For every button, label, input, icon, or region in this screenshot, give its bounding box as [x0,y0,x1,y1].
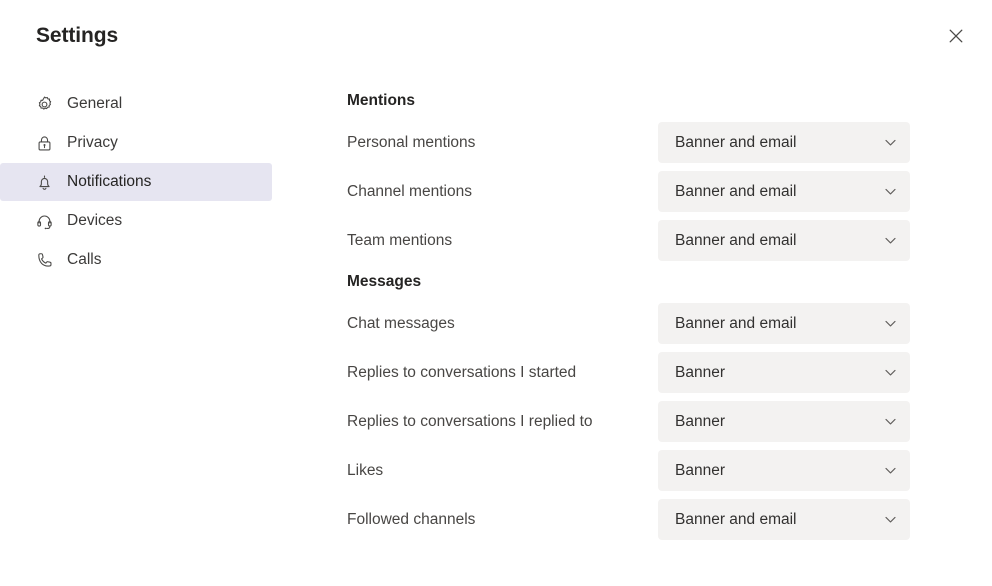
chevron-down-icon [882,414,898,430]
setting-label: Replies to conversations I replied to [347,413,593,430]
sidebar-item-calls[interactable]: Calls [0,241,272,279]
notification-style-dropdown[interactable]: Banner and email [658,171,910,212]
dropdown-selected-value: Banner [675,363,725,381]
chevron-down-icon [882,316,898,332]
dropdown-selected-value: Banner and email [675,314,797,332]
sidebar-item-label: Devices [67,212,123,229]
close-icon [949,29,963,43]
setting-row: Likes Banner [347,446,992,495]
sidebar-item-devices[interactable]: Devices [0,202,272,240]
sidebar-item-general[interactable]: General [0,85,272,123]
sidebar-item-label: Notifications [67,173,152,190]
setting-row: Replies to conversations I started Banner [347,348,992,397]
lock-icon [34,133,54,153]
chevron-down-icon [882,184,898,200]
notification-style-dropdown[interactable]: Banner and email [658,220,910,261]
chevron-down-icon [882,463,898,479]
notification-style-dropdown[interactable]: Banner and email [658,122,910,163]
notification-style-dropdown[interactable]: Banner [658,450,910,491]
dropdown-selected-value: Banner and email [675,133,797,151]
chevron-down-icon [882,365,898,381]
setting-label: Likes [347,462,384,479]
setting-row: Team mentions Banner and email [347,216,992,265]
sidebar-item-privacy[interactable]: Privacy [0,124,272,162]
sidebar-item-label: General [67,95,123,112]
setting-label: Replies to conversations I started [347,364,577,381]
dropdown-selected-value: Banner [675,461,725,479]
setting-label: Followed channels [347,511,476,528]
notification-style-dropdown[interactable]: Banner and email [658,499,910,540]
headset-icon [34,211,54,231]
gear-icon [34,94,54,114]
setting-row: Followed channels Banner and email [347,495,992,544]
section-heading-mentions: Mentions [347,92,416,109]
setting-row: Replies to conversations I replied to Ban… [347,397,992,446]
setting-label: Personal mentions [347,134,476,151]
sidebar-item-label: Calls [67,251,102,268]
dropdown-selected-value: Banner and email [675,182,797,200]
setting-label: Chat messages [347,315,455,332]
chevron-down-icon [882,135,898,151]
section-heading-messages: Messages [347,273,422,290]
setting-row: Personal mentions Banner and email [347,118,992,167]
settings-content-pane: Mentions Personal mentions Banner and emai… [347,84,992,586]
setting-row: Chat messages Banner and email [347,299,992,348]
dropdown-selected-value: Banner [675,412,725,430]
sidebar-item-notifications[interactable]: Notifications [0,163,272,201]
dropdown-selected-value: Banner and email [675,510,797,528]
page-title: Settings [36,24,119,47]
close-button[interactable] [938,18,974,54]
notification-style-dropdown[interactable]: Banner and email [658,303,910,344]
setting-label: Channel mentions [347,183,472,200]
chevron-down-icon [882,233,898,249]
setting-label: Team mentions [347,232,453,249]
phone-icon [34,250,54,270]
settings-sidebar: General Privacy Notifications Devices Ca… [0,84,300,280]
notification-style-dropdown[interactable]: Banner [658,401,910,442]
bell-icon [34,172,54,192]
chevron-down-icon [882,512,898,528]
dropdown-selected-value: Banner and email [675,231,797,249]
setting-row: Channel mentions Banner and email [347,167,992,216]
sidebar-item-label: Privacy [67,134,118,151]
notification-style-dropdown[interactable]: Banner [658,352,910,393]
